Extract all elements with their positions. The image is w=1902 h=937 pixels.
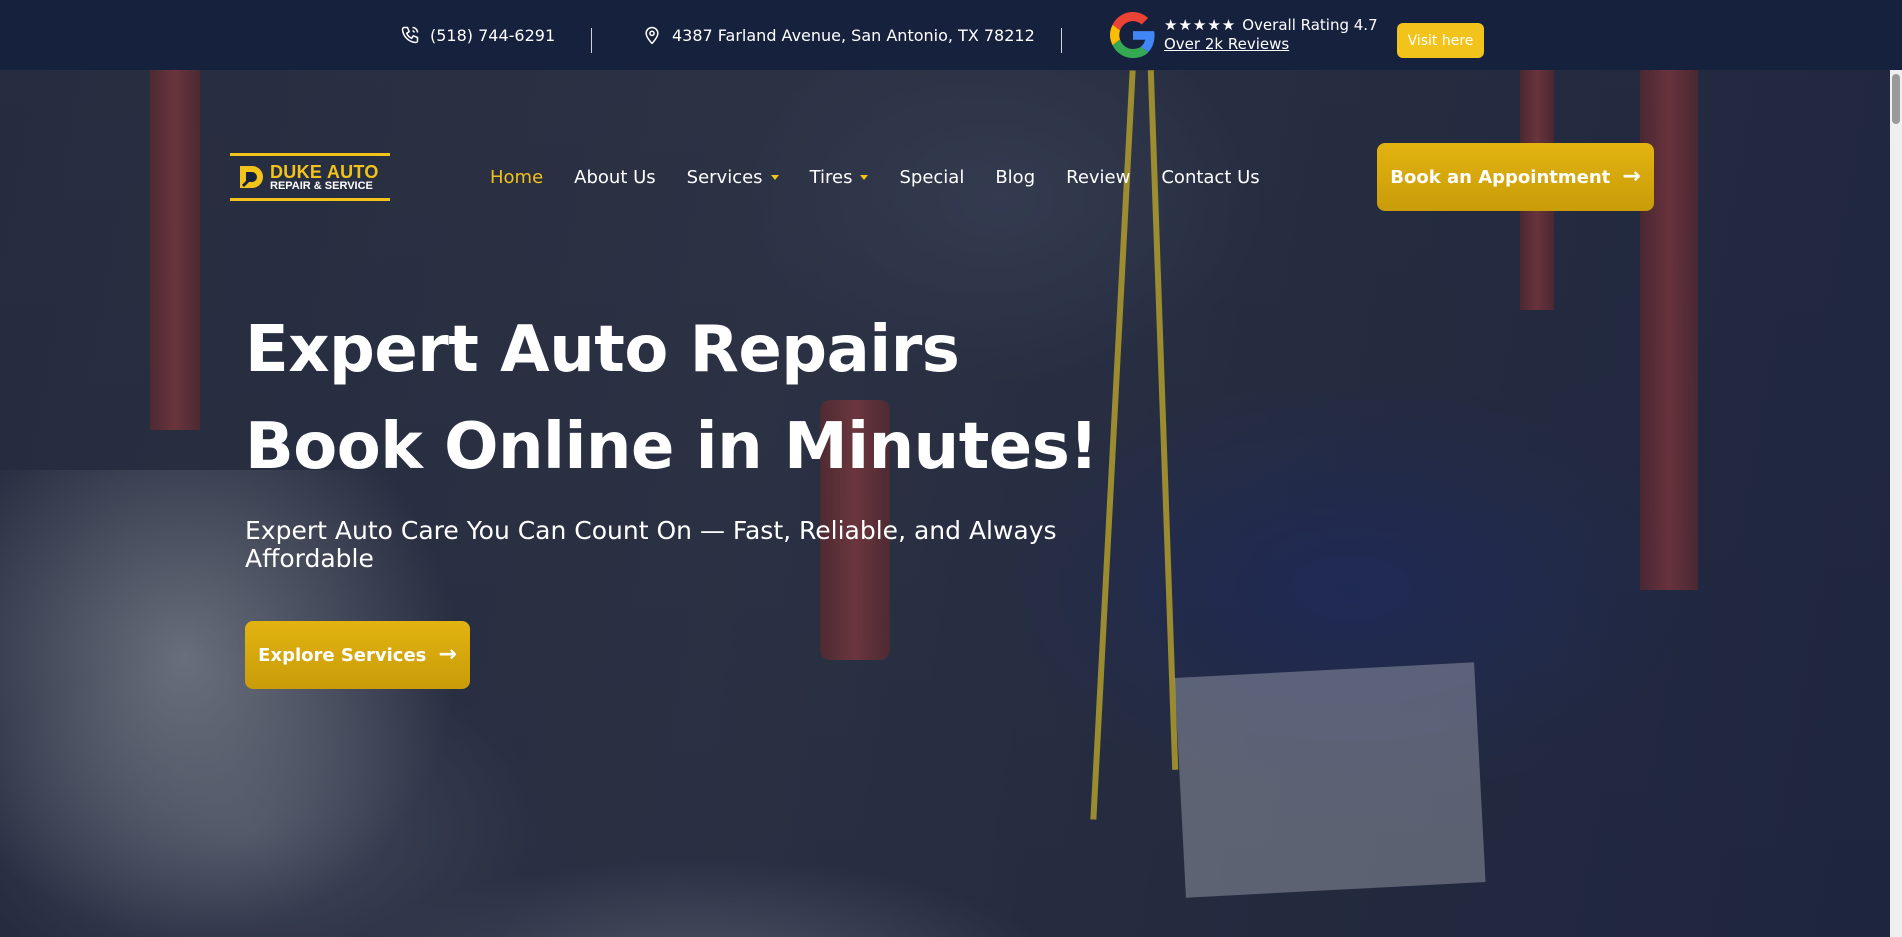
nav-item-contact-us[interactable]: Contact Us <box>1161 167 1259 188</box>
nav-item-blog[interactable]: Blog <box>995 167 1035 188</box>
scrollbar-thumb[interactable] <box>1892 74 1900 124</box>
divider <box>591 28 592 53</box>
nav-label: Blog <box>995 166 1036 188</box>
hero-title: Expert Auto Repairs Book Online in Minut… <box>245 313 1098 484</box>
book-appointment-label: Book an Appointment <box>1390 166 1611 188</box>
address-contact[interactable]: 4387 Farland Avenue, San Antonio, TX 782… <box>642 0 1035 70</box>
hero-subtitle: Expert Auto Care You Can Count On — Fast… <box>245 516 1057 573</box>
logo-line-2: REPAIR & SERVICE <box>270 179 373 192</box>
nav-item-services[interactable]: Services <box>687 167 779 188</box>
address-text[interactable]: 4387 Farland Avenue, San Antonio, TX 782… <box>672 26 1035 45</box>
google-rating: ★★★★★ Overall Rating 4.7 Over 2k Reviews <box>1110 0 1378 70</box>
google-icon <box>1110 12 1155 58</box>
page-scrollbar[interactable] <box>1890 70 1902 937</box>
nav-label: Special <box>899 166 965 188</box>
phone-icon <box>401 26 419 44</box>
nav-label: Tires <box>809 166 853 188</box>
paper-sheet <box>1174 662 1486 898</box>
wrench-logo-icon <box>240 166 263 188</box>
nav-item-special[interactable]: Special <box>899 167 964 188</box>
visit-here-button[interactable]: Visit here <box>1397 23 1484 58</box>
nav-label: About Us <box>574 166 656 188</box>
nav-label: Home <box>490 166 544 188</box>
top-info-bar: (518) 744-6291 4387 Farland Avenue, San … <box>0 0 1902 70</box>
rating-summary: ★★★★★ Overall Rating 4.7 Over 2k Reviews <box>1164 18 1378 52</box>
phone-number[interactable]: (518) 744-6291 <box>430 26 555 45</box>
explore-services-label: Explore Services <box>258 644 427 666</box>
explore-services-button[interactable]: Explore Services → <box>245 621 470 689</box>
main-navigation: Home About Us Services Tires Special Blo… <box>490 160 1291 194</box>
nav-label: Services <box>686 166 763 188</box>
divider <box>1061 28 1062 53</box>
reviews-link[interactable]: Over 2k Reviews <box>1164 37 1378 52</box>
nav-item-review[interactable]: Review <box>1066 167 1130 188</box>
arrow-right-icon: → <box>1622 164 1641 189</box>
caret-down-icon <box>770 174 779 180</box>
phone-contact[interactable]: (518) 744-6291 <box>400 0 555 70</box>
logo-wordmark: DUKE AUTO REPAIR & SERVICE <box>270 163 379 192</box>
arrow-right-icon: → <box>438 642 457 667</box>
caret-down-icon <box>860 174 869 180</box>
star-rating: ★★★★★ <box>1164 16 1237 34</box>
location-pin-icon <box>645 26 659 45</box>
nav-item-about-us[interactable]: About Us <box>574 167 656 188</box>
nav-item-home[interactable]: Home <box>490 167 543 188</box>
nav-label: Contact Us <box>1161 166 1260 188</box>
book-appointment-button[interactable]: Book an Appointment → <box>1377 143 1654 211</box>
logo-line-1: DUKE AUTO <box>270 161 379 182</box>
lift-post <box>150 70 200 430</box>
nav-label: Review <box>1066 166 1131 188</box>
nav-item-tires[interactable]: Tires <box>810 167 869 188</box>
site-logo[interactable]: DUKE AUTO REPAIR & SERVICE <box>230 153 390 201</box>
rating-text: Overall Rating 4.7 <box>1242 16 1378 34</box>
